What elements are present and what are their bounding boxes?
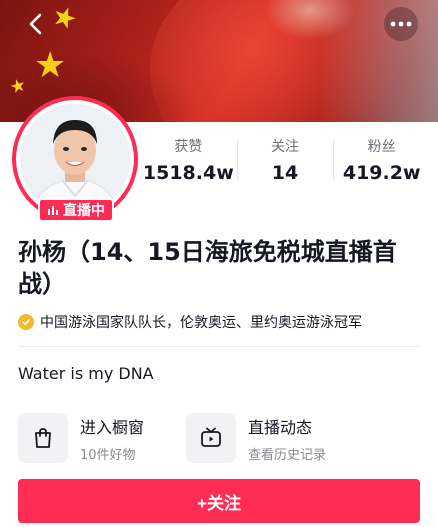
profile-name: 孙杨（14、15日海旅免税城直播首战）: [18, 238, 397, 298]
more-dots-icon: [390, 21, 412, 27]
chevron-left-icon: [29, 13, 42, 35]
verified-check-icon: [18, 314, 34, 330]
more-button[interactable]: [384, 7, 418, 41]
verification-text: 中国游泳国家队队长，伦敦奥运、里约奥运游泳冠军: [40, 315, 362, 331]
shortcut-subtitle: 查看历史记录: [248, 447, 327, 463]
stat-label: 获赞: [174, 139, 203, 155]
back-button[interactable]: [20, 8, 52, 40]
follow-button[interactable]: +关注: [18, 479, 420, 523]
shop-window-shortcut[interactable]: 进入橱窗 10件好物: [18, 412, 144, 464]
shortcut-subtitle: 10件好物: [80, 447, 136, 463]
shortcut-title: 进入橱窗: [80, 417, 145, 437]
stat-value: 419.2w: [342, 162, 421, 184]
tv-icon: [186, 413, 236, 463]
shopping-bag-icon: [18, 413, 68, 463]
stat-value: 14: [271, 162, 299, 184]
stat-followers[interactable]: 粉丝 419.2w: [333, 134, 430, 190]
divider: [18, 346, 420, 347]
stat-value: 1518.4w: [142, 162, 234, 184]
profile-bio: Water is my DNA: [18, 364, 154, 383]
live-history-shortcut[interactable]: 直播动态 查看历史记录: [186, 412, 326, 464]
stat-label: 关注: [271, 139, 299, 155]
stat-likes[interactable]: 获赞 1518.4w: [140, 134, 237, 190]
flag-star-icon: ★: [47, 0, 83, 38]
stat-following[interactable]: 关注 14: [236, 134, 334, 190]
shortcut-title: 直播动态: [248, 417, 313, 437]
flag-star-icon: ★: [34, 45, 67, 86]
live-badge[interactable]: 直播中: [38, 198, 114, 222]
live-bars-icon: [48, 206, 58, 215]
verification-row: 中国游泳国家队队长，伦敦奥运、里约奥运游泳冠军: [18, 312, 362, 332]
profile-stats: 获赞 1518.4w 关注 14 粉丝 419.2w: [140, 134, 430, 190]
banner-light: [318, 0, 438, 125]
live-badge-label: 直播中: [63, 203, 105, 219]
stat-label: 粉丝: [367, 139, 396, 155]
